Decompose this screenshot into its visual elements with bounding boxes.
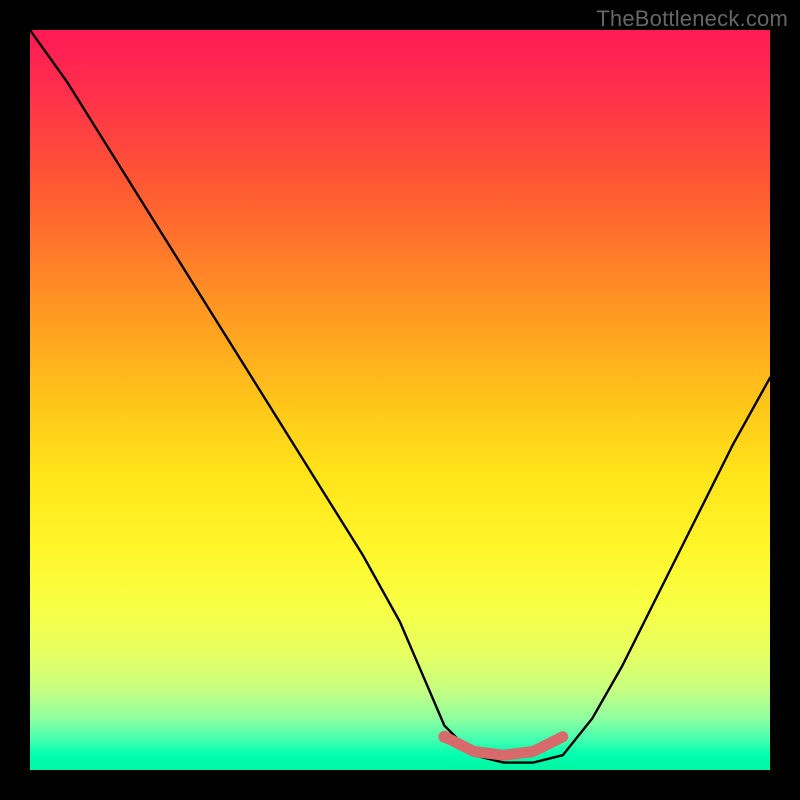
watermark-text: TheBottleneck.com xyxy=(596,6,788,32)
chart-frame: TheBottleneck.com xyxy=(0,0,800,800)
bottleneck-curve xyxy=(30,30,770,763)
plot-area xyxy=(30,30,770,770)
curve-svg xyxy=(30,30,770,770)
optimal-range-marker xyxy=(444,737,562,756)
